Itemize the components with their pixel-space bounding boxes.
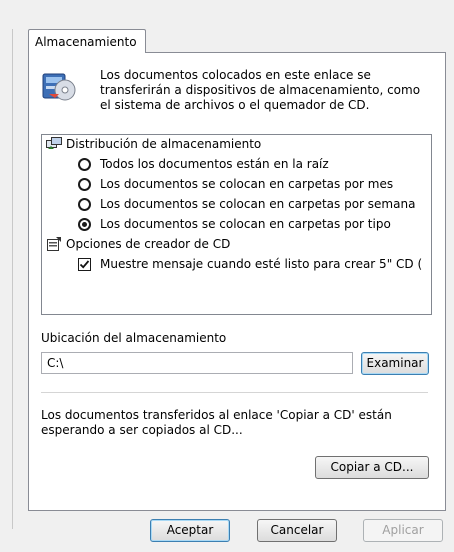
cancel-button[interactable]: Cancelar xyxy=(257,519,337,542)
radio-label-month: Los documentos se colocan en carpetas po… xyxy=(100,177,394,191)
radio-button-root[interactable] xyxy=(78,158,91,171)
browse-button[interactable]: Examinar xyxy=(361,352,429,375)
radio-label-root: Todos los documentos están en la raíz xyxy=(100,157,329,171)
storage-distribution-icon xyxy=(46,137,62,151)
checkbox-label-cd-message: Muestre mensaje cuando esté listo para c… xyxy=(100,257,423,271)
copy-to-cd-button[interactable]: Copiar a CD... xyxy=(315,456,429,479)
ok-button[interactable]: Aceptar xyxy=(150,519,230,542)
status-message: Los documentos transferidos al enlace 'C… xyxy=(41,408,392,437)
properties-dialog: Almacenamiento Los documentos colocados … xyxy=(0,0,454,552)
location-input[interactable]: C:\ xyxy=(41,352,353,374)
tree-group-cd-label: Opciones de creador de CD xyxy=(66,237,231,251)
tab-label: Almacenamiento xyxy=(35,35,137,49)
tab-almacenamiento[interactable]: Almacenamiento xyxy=(28,29,146,53)
location-label: Ubicación del almacenamiento xyxy=(41,331,227,345)
radio-option-week[interactable]: Los documentos se colocan en carpetas po… xyxy=(42,195,431,213)
tree-group-distribution-label: Distribución de almacenamiento xyxy=(66,137,262,151)
radio-option-type[interactable]: Los documentos se colocan en carpetas po… xyxy=(42,215,431,233)
radio-button-week[interactable] xyxy=(78,198,91,211)
radio-button-month[interactable] xyxy=(78,178,91,191)
divider xyxy=(41,392,428,393)
radio-option-month[interactable]: Los documentos se colocan en carpetas po… xyxy=(42,175,431,193)
radio-label-type: Los documentos se colocan en carpetas po… xyxy=(100,217,391,231)
intro-description: Los documentos colocados en este enlace … xyxy=(100,68,421,112)
radio-option-root[interactable]: Todos los documentos están en la raíz xyxy=(42,155,431,173)
checkbox-cd-message[interactable] xyxy=(78,258,91,271)
radio-label-week: Los documentos se colocan en carpetas po… xyxy=(100,197,416,211)
settings-tree[interactable]: Distribución de almacenamiento Todos los… xyxy=(41,134,432,315)
apply-button[interactable]: Aplicar xyxy=(363,519,443,542)
location-input-value: C:\ xyxy=(47,356,64,370)
storage-device-icon xyxy=(41,68,77,104)
cd-creator-options-icon xyxy=(46,236,62,252)
checkmark-icon xyxy=(79,260,90,269)
checkbox-option-cd-message[interactable]: Muestre mensaje cuando esté listo para c… xyxy=(42,255,431,273)
left-border xyxy=(12,29,13,529)
radio-button-type[interactable] xyxy=(78,218,91,231)
